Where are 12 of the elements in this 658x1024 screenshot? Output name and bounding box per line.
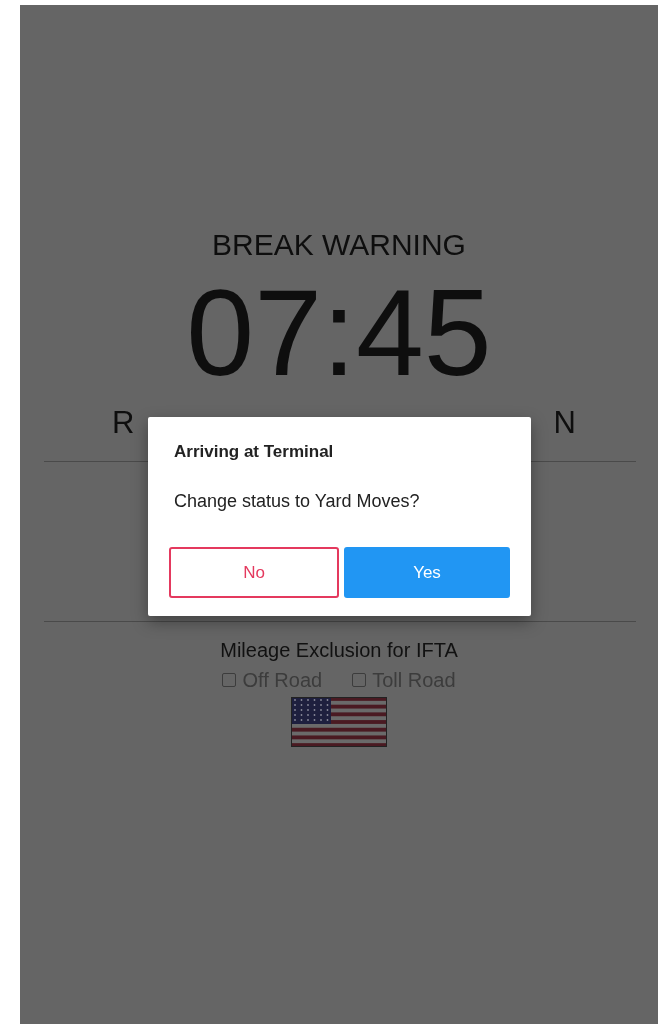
dialog-title: Arriving at Terminal [174, 441, 335, 463]
checkbox[interactable] [222, 673, 237, 687]
status-text: R [112, 405, 135, 441]
countdown-timer: 07:45 [186, 273, 492, 393]
break-warning-title: BREAK WARNING [212, 227, 466, 263]
no-button[interactable]: No [169, 547, 339, 598]
dialog-message: Change status to Yard Moves? [174, 490, 421, 513]
mileage-heading: Mileage Exclusion for IFTA [220, 638, 458, 662]
checkbox[interactable] [352, 673, 367, 687]
flag-icon [291, 697, 387, 747]
status-text: N [553, 405, 576, 441]
yes-button[interactable]: Yes [344, 547, 510, 598]
